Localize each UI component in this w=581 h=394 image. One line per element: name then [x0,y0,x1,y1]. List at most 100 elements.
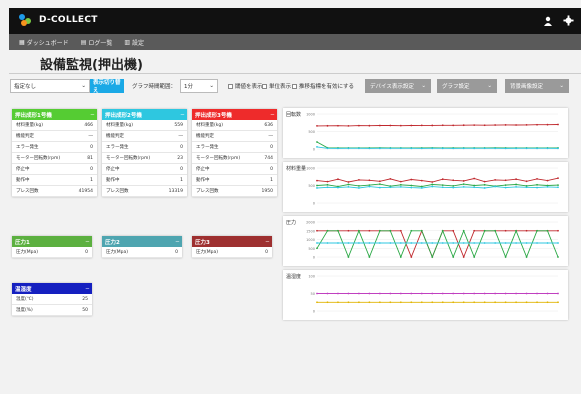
data-point [358,242,360,244]
data-point [536,177,538,180]
data-point [431,301,434,304]
data-point [378,229,381,232]
data-point [358,301,360,304]
data-point [462,180,465,182]
data-point [557,301,559,304]
data-point [452,179,455,182]
card-row: 材料重量(kg) 559 [102,120,187,131]
data-point [358,124,360,127]
data-point [347,186,350,188]
nav-item-dashboard[interactable]: ▦ ダッシュボード [19,38,69,47]
data-point [546,186,549,188]
y-tick-label: 0 [313,256,315,260]
switch-display-button[interactable]: 表示切り替え [90,79,124,94]
data-point [441,301,444,304]
card-header[interactable]: 圧力1 ─ [12,236,92,247]
unit-checkbox[interactable]: 単位表示 [262,79,291,93]
card-header[interactable]: 押出成形2号機 ─ [102,109,187,120]
minimize-icon[interactable]: ─ [176,239,179,245]
checkbox-label: 閾値を表示 [235,84,263,90]
y-tick-label: 0 [313,202,315,206]
data-point [473,147,476,150]
card-row: プレス回数 41954 [12,186,97,197]
app-logo[interactable]: D-COLLECT [19,14,98,26]
nav-label: ログ一覧 [88,39,113,47]
minimize-icon[interactable]: ─ [271,112,274,118]
data-point [462,256,465,258]
chart-panel: 材料重量 1000 500 0 [283,162,568,212]
data-point [525,123,528,126]
card-header[interactable]: 押出成形1号機 ─ [12,109,97,120]
user-icon[interactable] [543,16,553,26]
data-point [546,301,549,304]
trend-checkbox[interactable]: 推移指標を有効にする [292,79,354,93]
minimize-icon[interactable]: ─ [91,112,94,118]
data-point [441,147,444,150]
data-point [473,242,476,244]
minimize-icon[interactable]: ─ [181,112,184,118]
card-row: 停止中 0 [102,164,187,175]
y-tick-label: 0 [313,148,315,152]
data-point [525,242,528,244]
data-point [378,183,381,185]
data-point [368,124,371,127]
device-display-settings-button[interactable]: デバイス表示設定 ⌄ [365,79,431,93]
minimize-icon[interactable]: ─ [86,239,89,245]
row-value: 0 [270,166,273,172]
data-point [515,178,517,181]
card-title: 圧力1 [15,239,30,246]
data-point [410,186,413,189]
row-value: 81 [87,155,93,161]
row-value: 50 [82,307,88,313]
row-label: プレス回数 [16,189,39,194]
filter-select[interactable]: 指定なし ⌄ [10,79,90,93]
data-point [483,301,486,304]
data-point [452,124,455,127]
y-tick-label: 2000 [306,221,315,225]
row-value: 0 [180,166,183,172]
background-settings-button[interactable]: 背景画像設定 ⌄ [505,79,569,93]
data-point [504,256,507,258]
data-point [399,124,402,127]
gear-icon[interactable] [563,15,574,26]
data-point [347,242,350,244]
data-point [326,292,329,295]
data-point [441,186,444,189]
y-tick-label: 1000 [306,167,315,171]
device-card: 温湿度 ─ 温度(℃) 25 湿度(%) 50 [12,283,92,316]
chevron-down-icon: ⌄ [559,83,564,89]
card-row: 機能判定 ― [102,131,187,142]
threshold-checkbox[interactable]: 閾値を表示 [228,79,263,93]
data-point [504,184,507,187]
row-label: 材料重量(kg) [16,123,43,128]
data-point [494,185,497,188]
card-header[interactable]: 押出成形3号機 ─ [192,109,277,120]
data-point [431,185,434,188]
data-point [410,292,413,295]
checkbox-icon [292,83,297,89]
data-point [368,229,371,232]
row-label: エラー発生 [16,145,39,150]
data-point [494,301,497,304]
data-point [504,229,507,232]
nav-item-logs[interactable]: ▤ ログ一覧 [81,38,113,47]
data-point [389,186,392,189]
card-header[interactable]: 圧力3 ─ [192,236,272,247]
minimize-icon[interactable]: ─ [86,286,89,292]
data-point [494,229,497,232]
data-point [462,292,465,295]
data-point [473,229,476,232]
period-select[interactable]: 1分 ⌄ [180,79,218,93]
card-header[interactable]: 圧力2 ─ [102,236,182,247]
card-row: モーター回転数(rpm) 23 [102,153,187,164]
row-label: 機能判定 [106,134,124,139]
data-point [483,187,486,189]
data-point [347,124,350,127]
graph-settings-button[interactable]: グラフ設定 ⌄ [437,79,497,93]
minimize-icon[interactable]: ─ [266,239,269,245]
card-header[interactable]: 温湿度 ─ [12,283,92,294]
data-point [483,147,486,150]
data-point [525,186,528,189]
nav-item-settings[interactable]: ▥ 設定 [124,38,144,47]
data-point [316,301,318,304]
